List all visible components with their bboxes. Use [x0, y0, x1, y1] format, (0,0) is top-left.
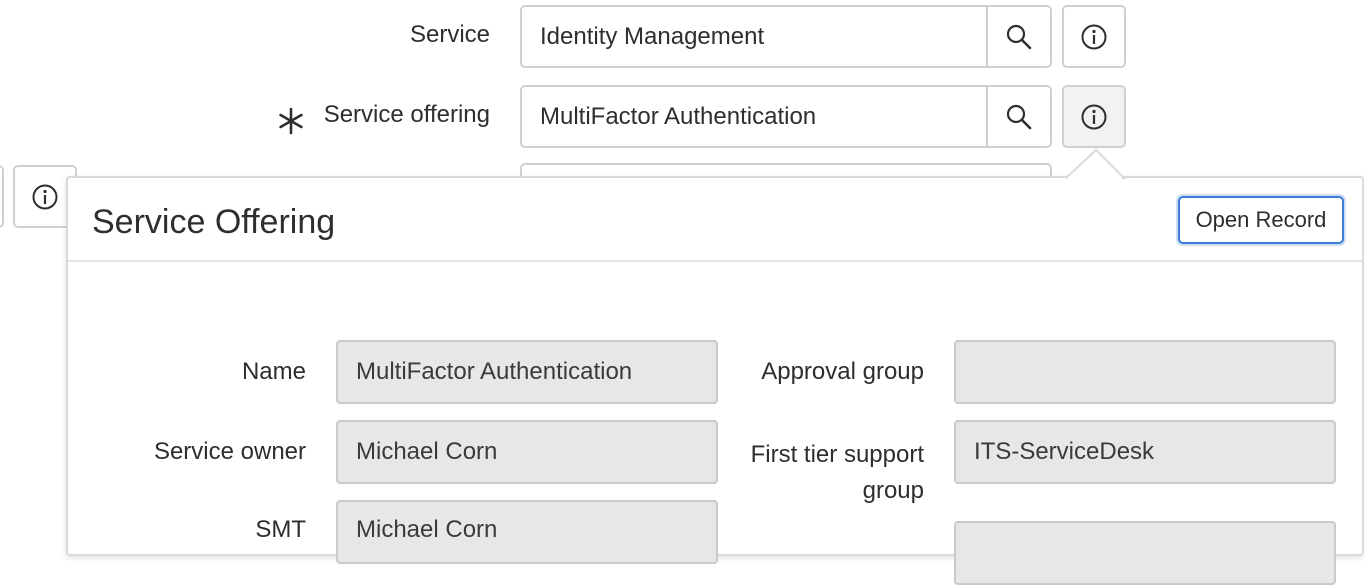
service-owner-value: Michael Corn [356, 438, 498, 465]
search-icon [1006, 104, 1032, 129]
first-tier-support-group-label: First tier support group [700, 437, 924, 509]
service-value: Identity Management [540, 22, 765, 50]
smt-value: Michael Corn [356, 516, 498, 543]
name-field: MultiFactor Authentication [336, 340, 718, 404]
service-input[interactable]: Identity Management [520, 5, 988, 68]
service-search-button[interactable] [988, 5, 1052, 68]
service-owner-label: Service owner [153, 438, 306, 465]
name-value: MultiFactor Authentication [356, 358, 633, 385]
popover-title: Service Offering [92, 203, 336, 241]
approval-group-field [954, 340, 1336, 404]
first-tier-label-line2: group [862, 477, 924, 504]
name-label: Name [241, 358, 306, 385]
info-icon [1081, 104, 1107, 129]
smt-field: Michael Corn [336, 500, 718, 564]
approval-group-label: Approval group [761, 358, 924, 385]
left-partial-field[interactable] [0, 165, 4, 228]
popover-arrow [1066, 148, 1126, 180]
service-offering-value: MultiFactor Authentication [540, 102, 817, 130]
service-offering-search-button[interactable] [988, 85, 1052, 148]
open-record-button[interactable]: Open Record [1178, 196, 1344, 244]
first-tier-support-group-field: ITS-ServiceDesk [954, 420, 1336, 484]
info-icon [32, 184, 58, 209]
smt-label: SMT [255, 516, 306, 543]
next-field [954, 521, 1336, 585]
service-info-button[interactable] [1062, 5, 1126, 68]
service-offering-info-button[interactable] [1062, 85, 1126, 148]
service-offering-input[interactable]: MultiFactor Authentication [520, 85, 988, 148]
info-icon [1081, 24, 1107, 49]
first-tier-label-line1: First tier support [750, 441, 924, 468]
service-offering-label: Service offering [323, 101, 490, 128]
popover-divider [68, 260, 1362, 262]
search-icon [1006, 24, 1032, 49]
service-owner-field: Michael Corn [336, 420, 718, 484]
first-tier-support-group-value: ITS-ServiceDesk [974, 438, 1155, 465]
service-label: Service [409, 21, 490, 48]
